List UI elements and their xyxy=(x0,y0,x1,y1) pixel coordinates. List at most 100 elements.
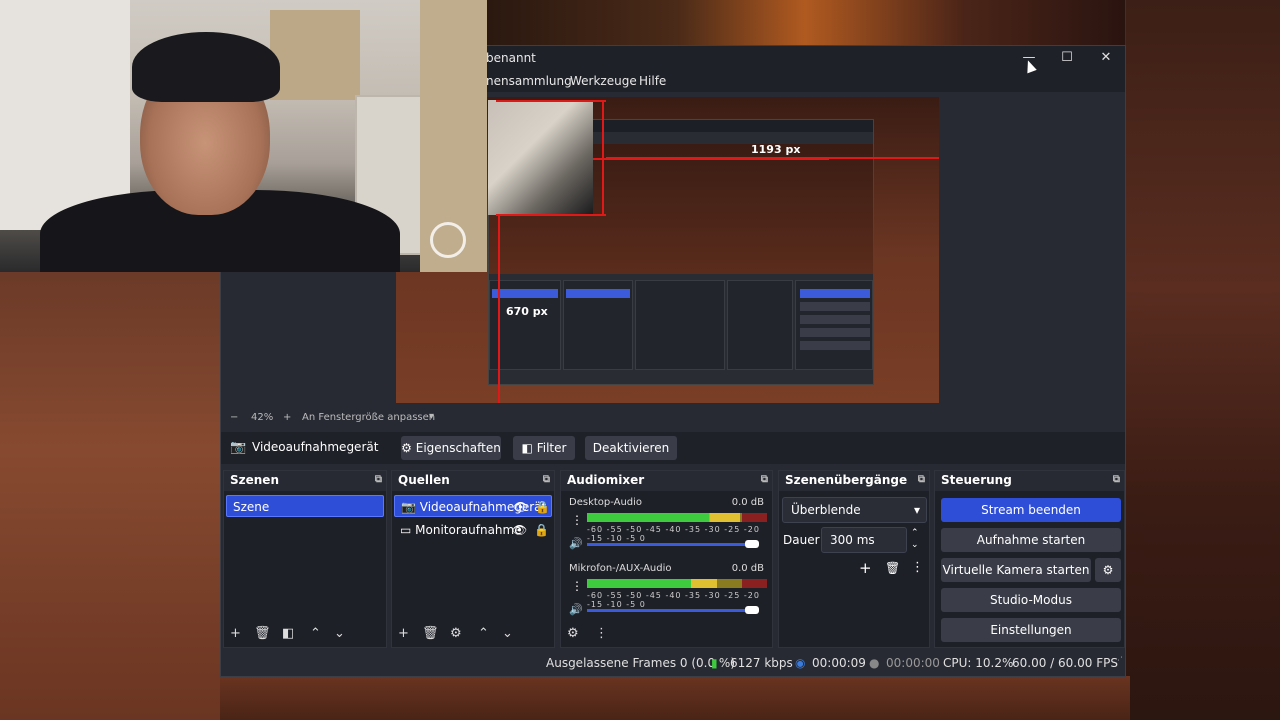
lock-icon[interactable]: 🔒 xyxy=(535,496,550,518)
record-time: 00:00:00 xyxy=(886,656,940,670)
desktop-background-right xyxy=(1126,0,1280,720)
move-up-icon[interactable]: ⌃ xyxy=(478,626,489,641)
bitrate: 6127 kbps xyxy=(730,656,793,670)
maximize-button[interactable]: ☐ xyxy=(1052,48,1082,68)
stream-time: 00:00:09 xyxy=(812,656,866,670)
trash-icon[interactable]: 🗑 xyxy=(254,626,271,641)
height-guide-line xyxy=(498,214,500,403)
width-px-label: 1193 px xyxy=(751,143,801,156)
stop-stream-button[interactable]: Stream beenden xyxy=(941,498,1121,522)
source-label: Monitoraufnahme xyxy=(415,523,522,537)
desktop-audio-fader-knob[interactable] xyxy=(745,540,759,548)
desktop-background-bottom xyxy=(220,676,1130,720)
add-icon[interactable]: + xyxy=(859,559,872,577)
speaker-icon[interactable]: 🔊 xyxy=(569,537,583,550)
nested-transitions-dock xyxy=(727,280,793,370)
mic-audio-fader[interactable] xyxy=(587,609,747,612)
float-dock-icon[interactable]: ⧉ xyxy=(761,474,768,485)
zoom-fit-label[interactable]: An Fenstergröße anpassen xyxy=(302,412,435,423)
zoom-dropdown-icon[interactable]: ▾ xyxy=(429,411,434,422)
move-down-icon[interactable]: ⌄ xyxy=(502,626,513,641)
gear-icon: ⚙ xyxy=(401,441,412,455)
nested-studio-button xyxy=(800,328,870,337)
mic-audio-fader-knob[interactable] xyxy=(745,606,759,614)
bbox-bottom-line xyxy=(496,214,606,216)
trash-icon[interactable]: 🗑 xyxy=(885,561,900,575)
add-icon[interactable]: + xyxy=(398,626,409,641)
zoom-value: 42% xyxy=(251,412,274,423)
move-down-icon[interactable]: ⌄ xyxy=(334,626,345,641)
desktop-audio-fader[interactable] xyxy=(587,543,747,546)
controls-header: Steuerung ⧉ xyxy=(935,471,1124,491)
nested-docks xyxy=(489,280,873,370)
more-options-icon[interactable]: ⋮ xyxy=(571,513,583,527)
scenes-dock: Szenen ⧉ Szene + 🗑 ◧ ⌃ ⌄ xyxy=(223,470,387,648)
start-recording-button[interactable]: Aufnahme starten xyxy=(941,528,1121,552)
menu-help[interactable]: Hilfe xyxy=(639,74,666,88)
nested-stream-button xyxy=(800,289,870,298)
duration-input[interactable]: 300 ms xyxy=(821,527,907,553)
filter-button[interactable]: ◧ Filter xyxy=(513,436,575,460)
source-item-video[interactable]: 📷 Videoaufnahmegerät 👁 🔒 xyxy=(394,495,552,517)
camera-icon: 📷 xyxy=(230,440,247,455)
webcam-cabinet xyxy=(270,10,360,100)
gear-icon[interactable]: ⚙ xyxy=(450,626,462,641)
zoom-out-button[interactable]: − xyxy=(230,412,238,423)
nested-settings-button xyxy=(800,341,870,350)
mixer-title: Audiomixer xyxy=(567,473,645,487)
float-dock-icon[interactable]: ⧉ xyxy=(918,474,925,485)
properties-button[interactable]: ⚙ Eigenschaften xyxy=(401,436,501,460)
scene-item[interactable]: Szene xyxy=(226,495,384,517)
width-guide-line xyxy=(606,157,939,159)
speaker-icon[interactable]: 🔊 xyxy=(569,603,583,616)
duration-stepper-icon[interactable]: ⌃ ⌄ xyxy=(911,527,919,551)
mic-audio-db: 0.0 dB xyxy=(731,563,764,574)
source-item-monitor[interactable]: ▭ Monitoraufnahme 👁 🔒 xyxy=(394,519,552,541)
selected-source-name: Videoaufnahmegerät xyxy=(252,440,379,454)
transitions-dock: Szenenübergänge ⧉ Überblende ▾ Dauer 300… xyxy=(778,470,930,648)
gear-icon[interactable]: ⚙ xyxy=(567,626,579,641)
float-dock-icon[interactable]: ⧉ xyxy=(543,474,550,485)
zoom-in-button[interactable]: + xyxy=(283,412,291,423)
height-px-label: 670 px xyxy=(506,305,548,318)
transition-select[interactable]: Überblende ▾ xyxy=(782,497,927,523)
move-up-icon[interactable]: ⌃ xyxy=(310,626,321,641)
trash-icon[interactable]: 🗑 xyxy=(422,626,439,641)
window-title: benannt xyxy=(486,51,536,65)
filter-icon[interactable]: ◧ xyxy=(282,626,294,641)
virtual-camera-button[interactable]: Virtuelle Kamera starten xyxy=(941,558,1091,582)
float-dock-icon[interactable]: ⧉ xyxy=(375,474,382,485)
transitions-title: Szenenübergänge xyxy=(785,473,908,487)
gear-icon: ⚙ xyxy=(1102,563,1114,577)
float-dock-icon[interactable]: ⧉ xyxy=(1113,474,1120,485)
more-options-icon[interactable]: ⋮ xyxy=(571,579,583,593)
lock-icon[interactable]: 🔒 xyxy=(534,519,549,541)
mic-audio-label: Mikrofon-/AUX-Audio xyxy=(569,563,672,574)
scenes-footer: + 🗑 ◧ ⌃ ⌄ xyxy=(224,621,386,647)
menu-tools[interactable]: Werkzeuge xyxy=(570,74,637,88)
mic-audio-level xyxy=(587,579,717,588)
eye-icon[interactable]: 👁 xyxy=(513,496,528,518)
controls-dock: Steuerung ⧉ Stream beenden Aufnahme star… xyxy=(934,470,1125,648)
settings-button[interactable]: Einstellungen xyxy=(941,618,1121,642)
webcam-overlay xyxy=(0,0,487,272)
virtual-camera-settings-button[interactable]: ⚙ xyxy=(1095,558,1121,582)
eye-icon[interactable]: 👁 xyxy=(512,519,527,541)
filter-label: Filter xyxy=(536,441,567,455)
studio-mode-button[interactable]: Studio-Modus xyxy=(941,588,1121,612)
sources-title: Quellen xyxy=(398,473,450,487)
more-options-icon[interactable]: ⋮ xyxy=(911,560,924,575)
deactivate-button[interactable]: Deaktivieren xyxy=(585,436,677,460)
desktop-background-top xyxy=(485,0,1125,45)
close-button[interactable]: ✕ xyxy=(1091,48,1121,68)
nested-source-selected xyxy=(566,289,630,298)
zoom-bar: − 42% + An Fenstergröße anpassen ▾ xyxy=(221,410,1125,428)
menu-scene-collection[interactable]: nensammlung xyxy=(486,74,572,88)
resize-grip-icon[interactable]: ⋰ xyxy=(1114,656,1123,666)
sources-footer: + 🗑 ⚙ ⌃ ⌄ xyxy=(392,621,554,647)
more-options-icon[interactable]: ⋮ xyxy=(595,626,608,641)
desktop-audio-level xyxy=(587,513,740,522)
nested-controls-dock xyxy=(795,280,873,370)
add-icon[interactable]: + xyxy=(230,626,241,641)
fps: 60.00 / 60.00 FPS xyxy=(1012,656,1118,670)
